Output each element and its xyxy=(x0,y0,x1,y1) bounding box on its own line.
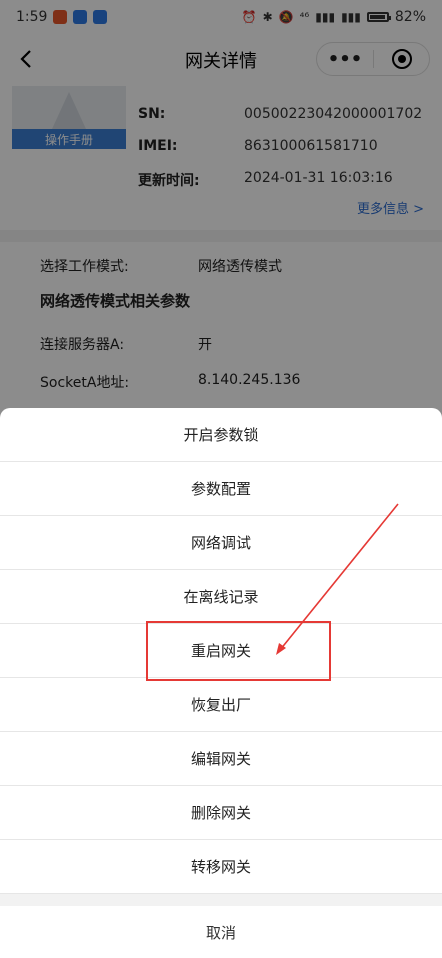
action-factory-reset[interactable]: 恢复出厂 xyxy=(0,678,442,732)
action-network-debug[interactable]: 网络调试 xyxy=(0,516,442,570)
action-edit-gateway[interactable]: 编辑网关 xyxy=(0,732,442,786)
action-online-offline-log[interactable]: 在离线记录 xyxy=(0,570,442,624)
action-unlock-params[interactable]: 开启参数锁 xyxy=(0,408,442,462)
action-param-config[interactable]: 参数配置 xyxy=(0,462,442,516)
cancel-separator xyxy=(0,894,442,906)
action-transfer-gateway[interactable]: 转移网关 xyxy=(0,840,442,894)
action-sheet: 开启参数锁 参数配置 网络调试 在离线记录 重启网关 恢复出厂 编辑网关 删除网… xyxy=(0,408,442,958)
annotation-highlight-box xyxy=(146,621,331,681)
cancel-button[interactable]: 取消 xyxy=(0,906,442,958)
action-delete-gateway[interactable]: 删除网关 xyxy=(0,786,442,840)
